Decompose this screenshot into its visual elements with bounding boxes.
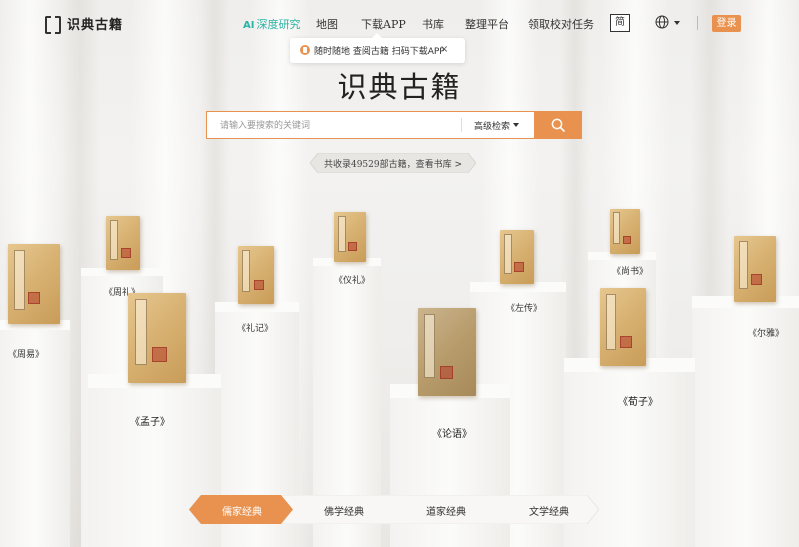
nav-item-proofread-task[interactable]: 领取校对任务 [528,16,594,32]
tab-confucian[interactable]: 儒家经典 [222,503,262,518]
divider [461,118,462,132]
ai-logo-icon: AI [243,20,255,31]
hero-stage: 《周易》 《周礼》 《礼记》 《仪礼》 《孟子》 《论语》 《左传》 《尚书》 [0,0,799,547]
book-erya[interactable] [734,236,776,302]
chevron-down-icon[interactable] [674,21,680,25]
book-yili[interactable] [334,212,366,262]
search-button[interactable] [534,111,582,139]
search-icon [551,118,565,132]
book-caption[interactable]: 《尔雅》 [748,326,784,339]
nav-item-download-app[interactable]: 下载APP [361,16,406,32]
category-tabs: 儒家经典 佛学经典 道家经典 文学经典 [189,495,599,524]
book-caption[interactable]: 《仪礼》 [334,273,370,286]
book-caption[interactable]: 《荀子》 [618,393,658,408]
tab-taoist[interactable]: 道家经典 [426,503,466,518]
logo-text: 识典古籍 [67,18,124,33]
book-caption[interactable]: 《论语》 [432,425,472,440]
book-xunzi[interactable] [600,288,646,366]
logo-bracket-icon [45,15,61,34]
book-lunyu[interactable] [418,308,476,396]
globe-icon[interactable] [655,15,669,29]
book-liji[interactable] [238,246,274,304]
login-button[interactable]: 登录 [712,15,741,32]
collection-text: 共收录49529部古籍，查看书库 > [323,160,463,170]
site-logo[interactable]: 识典古籍 [45,14,124,34]
book-zuozhuan[interactable] [500,230,534,284]
close-icon[interactable]: × [440,44,448,55]
book-caption[interactable]: 《周易》 [8,347,44,360]
book-caption[interactable]: 《尚书》 [612,264,648,277]
book-shangshu[interactable] [610,209,640,254]
app-icon [300,45,310,55]
nav-item-platform[interactable]: 整理平台 [465,16,509,32]
nav-item-map[interactable]: 地图 [316,16,338,32]
divider [697,16,698,30]
nav-label: 深度研究 [256,18,301,31]
book-mengzi[interactable] [128,293,186,383]
book-caption[interactable]: 《左传》 [506,301,542,314]
tab-buddhist[interactable]: 佛学经典 [324,503,364,518]
book-zhouyi[interactable] [8,244,60,324]
book-zhouli[interactable] [106,216,140,270]
tab-literature[interactable]: 文学经典 [529,503,569,518]
nav-item-deep-research[interactable]: AI 深度研究 [243,16,300,32]
search-input[interactable] [207,112,472,140]
download-app-tooltip: 随时随地 查阅古籍 扫码下载APP × [290,33,465,63]
page-title: 识典古籍 [337,70,462,104]
search-bar: 高级检索 [206,111,582,140]
advanced-search-dropdown[interactable]: 高级检索 [474,119,510,132]
lang-simplified-button[interactable]: 简 [610,14,630,32]
book-caption[interactable]: 《礼记》 [237,321,273,334]
book-caption[interactable]: 《孟子》 [130,413,170,428]
tooltip-text: 随时随地 查阅古籍 扫码下载APP [314,47,445,57]
collection-link[interactable]: 共收录49529部古籍，查看书库 > [310,153,476,173]
nav-item-library[interactable]: 书库 [422,16,444,32]
chevron-down-icon[interactable] [513,123,519,127]
